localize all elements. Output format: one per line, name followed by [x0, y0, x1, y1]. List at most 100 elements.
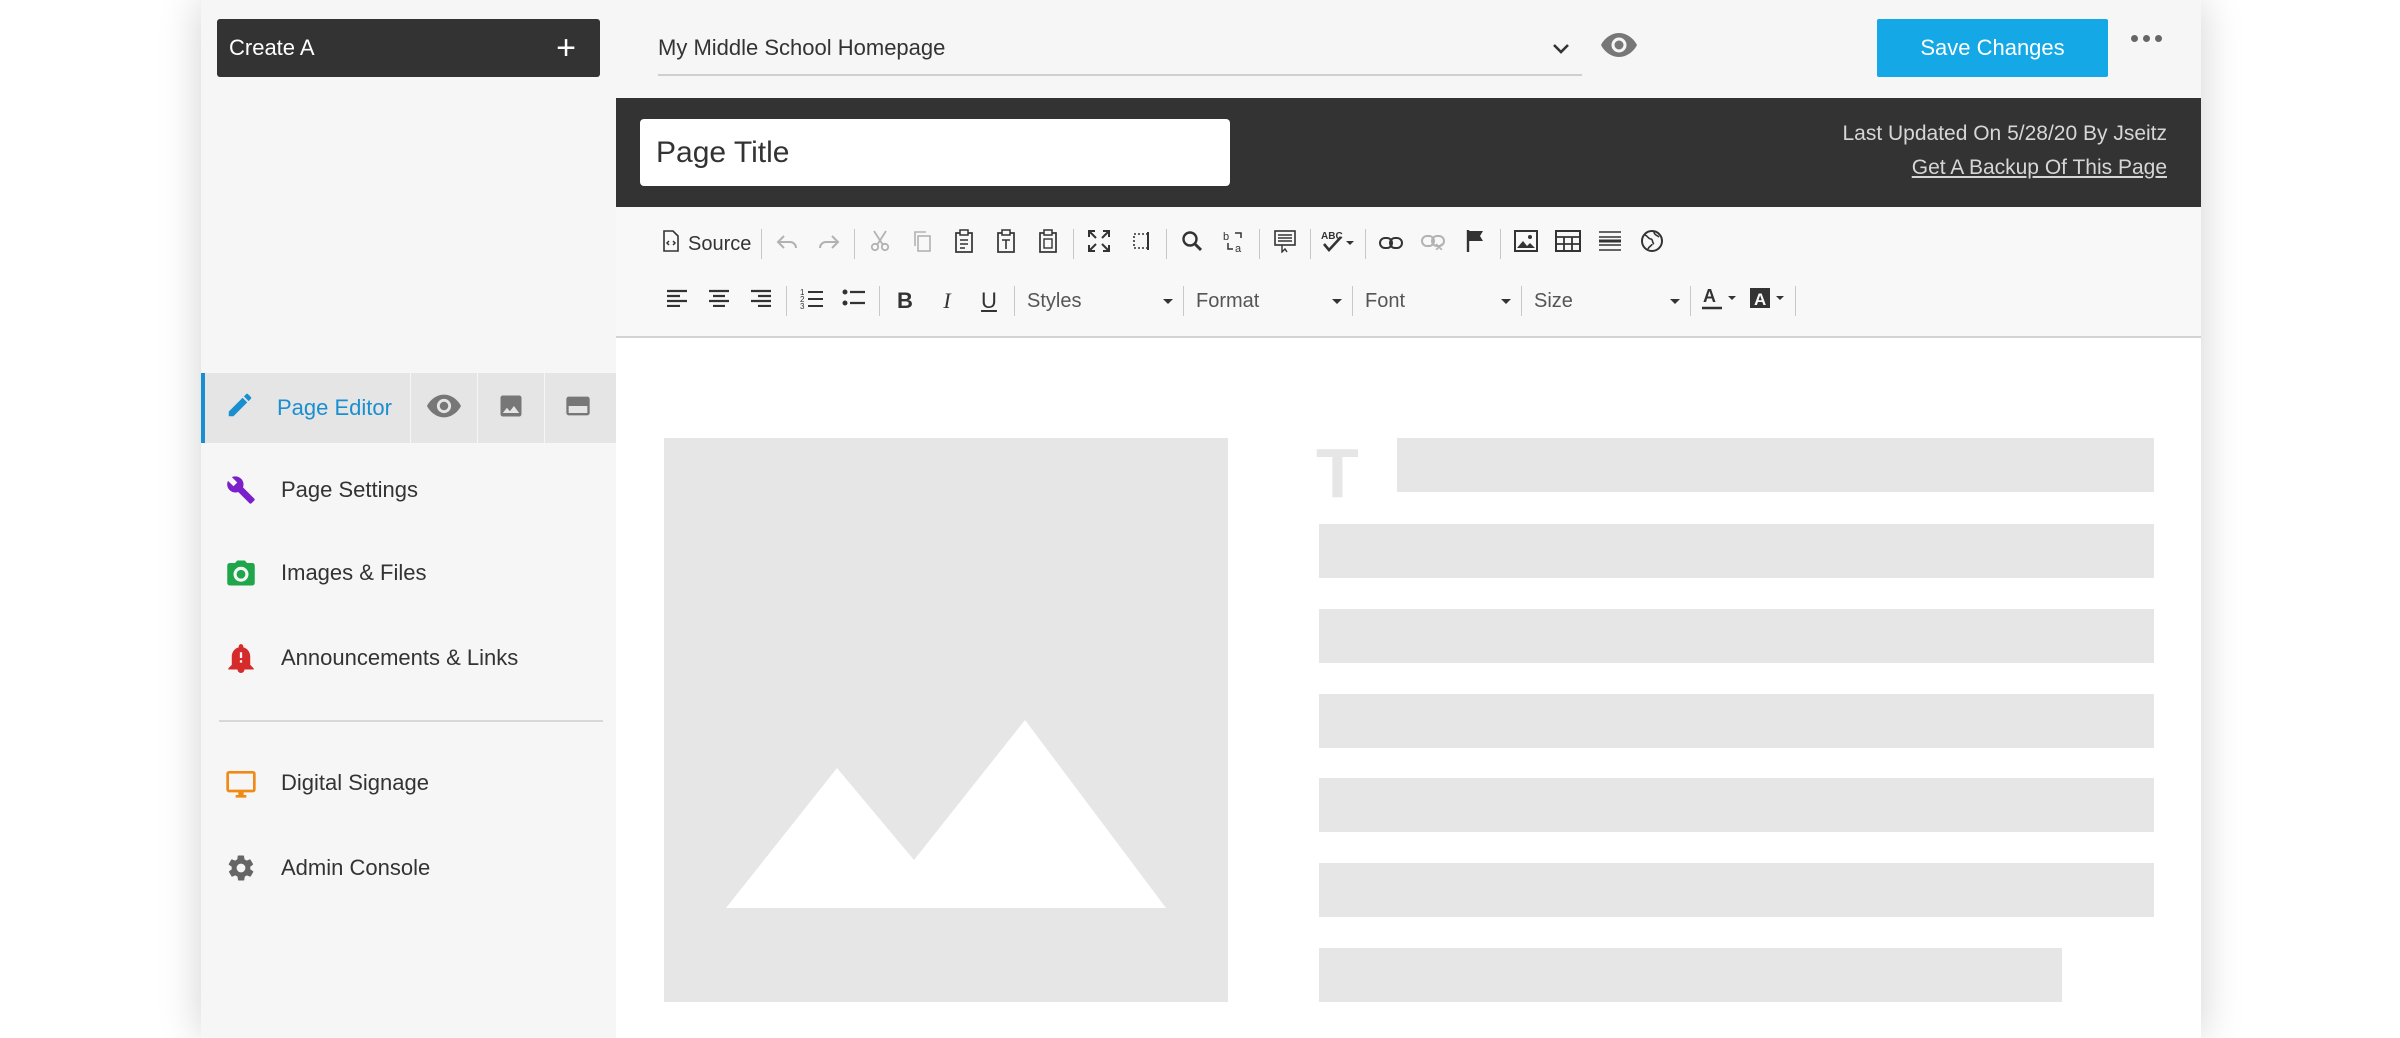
align-right-icon: [750, 289, 772, 313]
toolbar-row-1: Source ba ABC: [656, 224, 1673, 264]
scissors-icon: [870, 230, 890, 258]
image-mode-button[interactable]: [477, 373, 544, 443]
find-button[interactable]: [1171, 226, 1213, 262]
insert-image-button[interactable]: [1505, 226, 1547, 262]
bold-button[interactable]: B: [884, 283, 926, 319]
text-placeholder-line: [1319, 948, 2062, 1002]
admin-console-label: Admin Console: [281, 855, 431, 880]
gear-icon: [225, 852, 257, 884]
preview-eye-button[interactable]: [1601, 32, 1637, 63]
bell-alert-icon: [225, 642, 257, 674]
text-placeholder-line: [1319, 778, 2154, 832]
sidebar-item-admin-console[interactable]: Admin Console: [201, 838, 616, 898]
toolbar-separator: [1014, 286, 1015, 316]
maximize-button[interactable]: [1078, 226, 1120, 262]
replace-button[interactable]: ba: [1213, 226, 1255, 262]
numbered-list-button[interactable]: 123: [791, 283, 833, 319]
styles-label: Styles: [1027, 289, 1082, 312]
save-changes-button[interactable]: Save Changes: [1877, 19, 2108, 77]
globe-icon: [1640, 229, 1664, 259]
sidebar-item-page-settings[interactable]: Page Settings: [201, 460, 616, 520]
replace-icon: ba: [1222, 229, 1246, 259]
plus-icon: +: [556, 29, 576, 67]
more-options-button[interactable]: [2131, 35, 2162, 42]
svg-text:b: b: [1223, 231, 1229, 243]
maximize-icon: [1088, 230, 1111, 258]
sidebar-divider: [219, 720, 603, 722]
cut-button[interactable]: [859, 226, 901, 262]
styles-dropdown[interactable]: Styles: [1019, 283, 1179, 319]
mountain-image-icon: [726, 720, 1166, 908]
spellcheck-button[interactable]: ABC: [1315, 226, 1361, 262]
size-dropdown[interactable]: Size: [1526, 283, 1686, 319]
toolbar-separator: [1073, 229, 1075, 259]
eye-icon: [427, 394, 461, 423]
show-blocks-button[interactable]: [1120, 226, 1162, 262]
text-placeholder-line: [1319, 524, 2154, 578]
align-right-button[interactable]: [740, 283, 782, 319]
link-button[interactable]: [1370, 226, 1412, 262]
font-dropdown[interactable]: Font: [1357, 283, 1517, 319]
underline-icon: U: [981, 288, 997, 313]
toolbar-separator: [1521, 286, 1522, 316]
select-all-button[interactable]: [1264, 226, 1306, 262]
toolbar-separator: [879, 286, 880, 316]
sidebar-item-announcements-links[interactable]: Announcements & Links: [201, 628, 616, 688]
anchor-button[interactable]: [1454, 226, 1496, 262]
backup-page-link[interactable]: Get A Backup Of This Page: [1912, 156, 2167, 180]
svg-text:A: A: [1754, 290, 1766, 309]
underline-button[interactable]: U: [968, 283, 1010, 319]
copy-icon: [912, 230, 932, 258]
sidebar-item-page-editor: Page Editor: [201, 373, 616, 443]
undo-button[interactable]: [766, 226, 808, 262]
caret-down-icon: [1163, 298, 1173, 304]
bold-icon: B: [897, 288, 913, 313]
toolbar-separator: [1795, 286, 1796, 316]
page-select-dropdown[interactable]: My Middle School Homepage: [658, 22, 1582, 76]
toolbar-separator: [1690, 286, 1691, 316]
paste-text-icon: [996, 229, 1016, 259]
format-dropdown[interactable]: Format: [1188, 283, 1348, 319]
source-button[interactable]: Source: [656, 226, 757, 262]
text-placeholder-line: [1397, 438, 2154, 492]
create-button[interactable]: Create A +: [217, 19, 600, 77]
caret-down-icon: [1332, 298, 1342, 304]
title-bar: Last Updated On 5/28/20 By Jseitz Get A …: [616, 98, 2201, 207]
image-icon: [1514, 230, 1539, 258]
page-title-input[interactable]: [640, 119, 1230, 186]
camera-icon: [225, 557, 257, 589]
insert-table-button[interactable]: [1547, 226, 1589, 262]
background-color-button[interactable]: A: [1743, 283, 1791, 319]
caret-down-icon: [1670, 298, 1680, 304]
redo-button[interactable]: [808, 226, 850, 262]
paste-word-button[interactable]: [1027, 226, 1069, 262]
align-center-icon: [708, 289, 730, 313]
svg-text:a: a: [1235, 243, 1242, 253]
format-label: Format: [1196, 289, 1260, 312]
eye-icon: [1601, 33, 1637, 62]
italic-button[interactable]: I: [926, 283, 968, 319]
top-bar: My Middle School Homepage Save Changes: [616, 0, 2201, 98]
unlink-button[interactable]: [1412, 226, 1454, 262]
source-label: Source: [688, 232, 752, 255]
paste-button[interactable]: [943, 226, 985, 262]
last-updated-text: Last Updated On 5/28/20 By Jseitz: [1842, 122, 2167, 145]
text-color-button[interactable]: A: [1695, 283, 1743, 319]
search-icon: [1181, 230, 1203, 258]
editor-content-area[interactable]: T: [616, 338, 2201, 1038]
pencil-icon: [225, 390, 255, 426]
copy-button[interactable]: [901, 226, 943, 262]
sidebar-item-images-files[interactable]: Images & Files: [201, 543, 616, 603]
iframe-button[interactable]: [1631, 226, 1673, 262]
horizontal-line-button[interactable]: [1589, 226, 1631, 262]
sidebar-item-digital-signage[interactable]: Digital Signage: [201, 753, 616, 813]
banner-mode-button[interactable]: [544, 373, 611, 443]
align-center-button[interactable]: [698, 283, 740, 319]
toolbar-separator: [1183, 286, 1184, 316]
align-left-button[interactable]: [656, 283, 698, 319]
page-editor-main[interactable]: Page Editor: [205, 373, 410, 443]
bulleted-list-button[interactable]: [833, 283, 875, 319]
align-left-icon: [666, 289, 688, 313]
preview-mode-button[interactable]: [410, 373, 477, 443]
paste-text-button[interactable]: [985, 226, 1027, 262]
